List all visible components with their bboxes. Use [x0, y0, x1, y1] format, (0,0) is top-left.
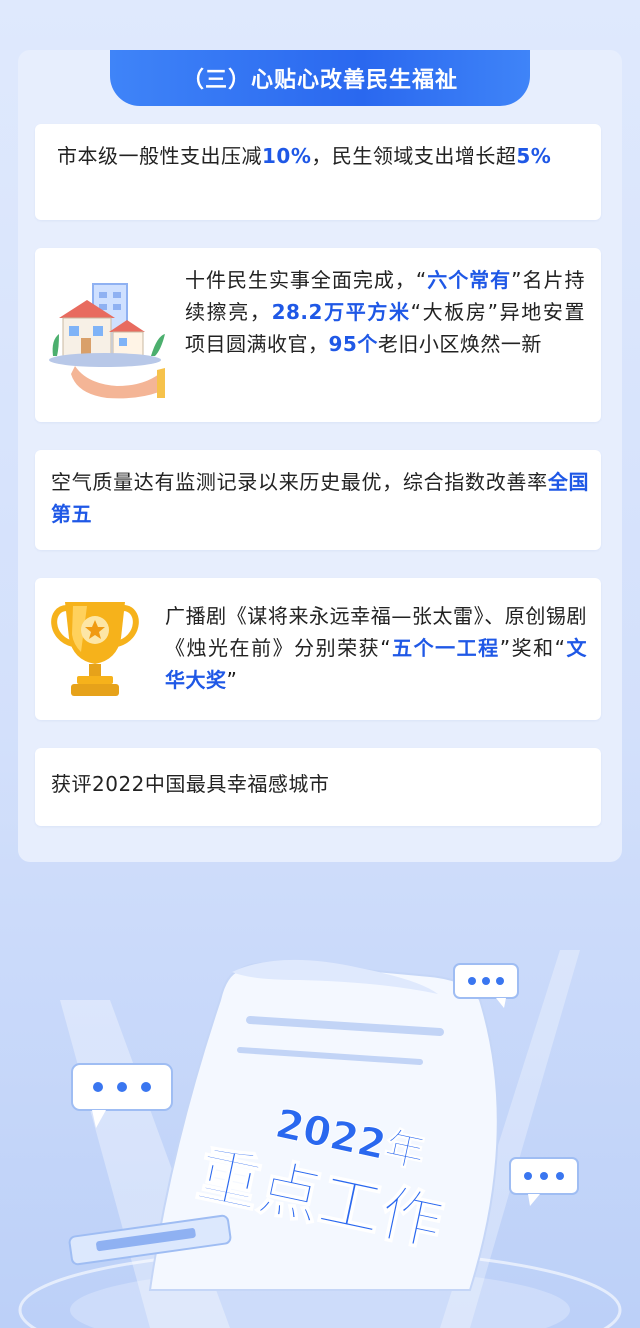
highlight-value: 5%: [516, 144, 552, 168]
card-air-text: 空气质量达有监测记录以来历史最优，综合指数改善率全国第五: [51, 466, 589, 530]
card-happiness-text: 获评2022中国最具幸福感城市: [51, 768, 581, 800]
text-segment: 市本级一般性支出压减: [57, 144, 262, 168]
highlight-value: 95个: [328, 332, 378, 356]
card-fiscal-text: 市本级一般性支出压减10%，民生领域支出增长超5%: [57, 140, 585, 172]
house-on-hand-icon: [49, 283, 165, 399]
text-segment: ”: [226, 668, 238, 692]
card-awards-text: 广播剧《谋将来永远幸福—张太雷》、原创锡剧《烛光在前》分别荣获“五个一工程”奖和…: [165, 600, 587, 696]
card-air: 空气质量达有监测记录以来历史最优，综合指数改善率全国第五: [35, 450, 601, 550]
text-segment: 十件民生实事全面完成，“: [185, 268, 427, 292]
text-segment: 获评2022中国最具幸福感城市: [51, 772, 330, 796]
highlight-value: 28.2万平方米: [271, 300, 411, 324]
highlight-value: 五个一工程: [391, 636, 500, 660]
card-livelihood: 十件民生实事全面完成，“六个常有”名片持续擦亮，28.2万平方米“大板房”异地安…: [35, 248, 601, 422]
card-livelihood-text: 十件民生实事全面完成，“六个常有”名片持续擦亮，28.2万平方米“大板房”异地安…: [185, 264, 585, 360]
chat-bubble-icon: [509, 1157, 579, 1206]
text-segment: 老旧小区焕然一新: [377, 332, 542, 356]
section-title: （三）心贴心改善民生福祉: [110, 50, 530, 106]
highlight-value: 六个常有: [426, 268, 512, 292]
scroll-illustration: 2022年 重点工作: [18, 950, 622, 1328]
card-fiscal: 市本级一般性支出压减10%，民生领域支出增长超5%: [35, 124, 601, 220]
card-happiness: 获评2022中国最具幸福感城市: [35, 748, 601, 826]
highlight-value: 10%: [262, 144, 312, 168]
card-awards: 广播剧《谋将来永远幸福—张太雷》、原创锡剧《烛光在前》分别荣获“五个一工程”奖和…: [35, 578, 601, 720]
text-segment: ，民生领域支出增长超: [311, 144, 517, 168]
trophy-icon: [51, 602, 139, 696]
text-segment: 空气质量达有监测记录以来历史最优，综合指数改善率: [51, 470, 548, 494]
text-segment: ”奖和“: [499, 636, 566, 660]
